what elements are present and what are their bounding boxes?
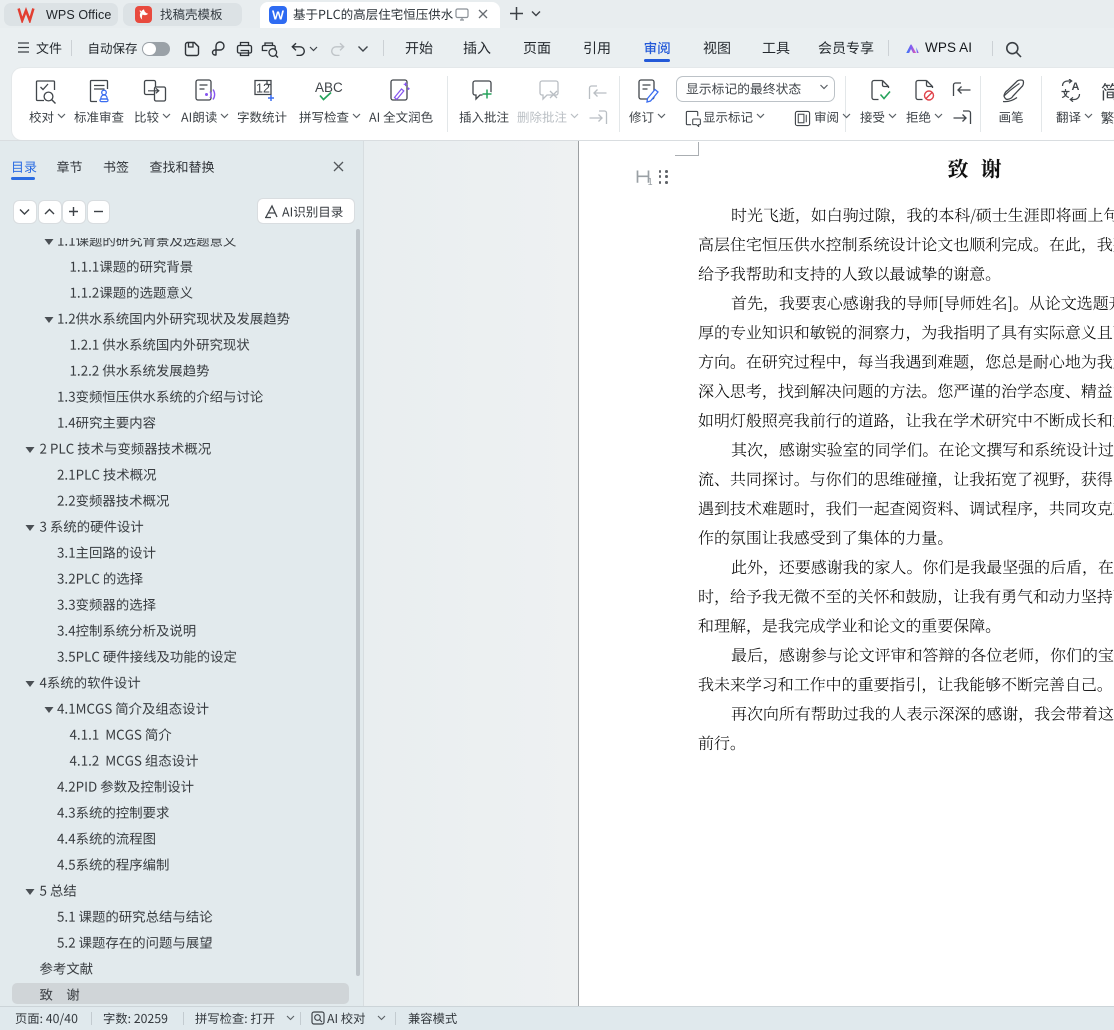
svg-text:12: 12 — [256, 82, 270, 96]
svg-text:ABC: ABC — [315, 80, 343, 95]
svg-text:A: A — [1072, 81, 1080, 93]
